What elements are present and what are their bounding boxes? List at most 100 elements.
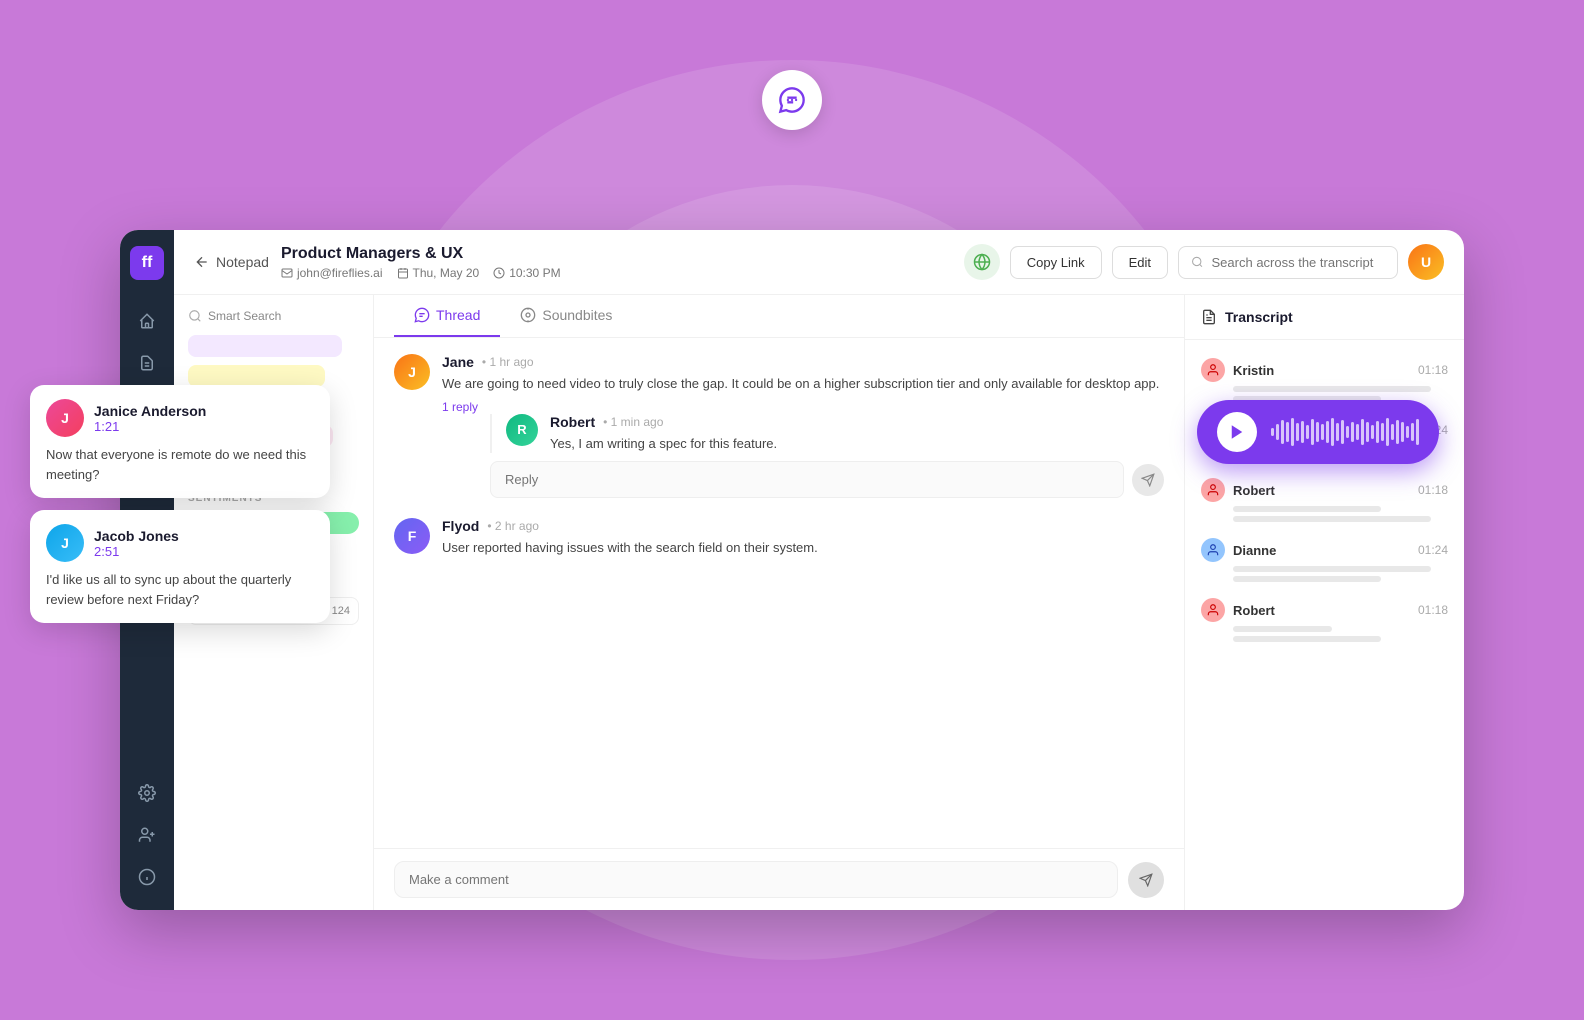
message-jane-body: Jane • 1 hr ago We are going to need vid… [442,354,1164,498]
transcript-title: Transcript [1225,309,1293,325]
main-content: Notepad Product Managers & UX john@firef… [174,230,1464,910]
home-icon [138,312,156,330]
back-label: Notepad [216,254,269,270]
wave-bar-29 [1411,423,1414,441]
sidebar-item-home[interactable] [130,304,164,338]
search-input[interactable] [1212,255,1385,270]
t-line-dianne-1 [1233,566,1431,572]
send-icon [1141,473,1155,487]
play-icon [1228,423,1246,441]
wave-bar-8 [1306,425,1309,439]
message-robert-body: Robert • 1 min ago Yes, I am writing a s… [550,414,1164,454]
search-bar[interactable] [1178,246,1398,279]
message-flyod-time: • 2 hr ago [487,519,539,533]
message-flyod: F Flyod • 2 hr ago User reported having … [394,518,1164,558]
edit-button[interactable]: Edit [1112,246,1168,279]
message-robert-name: Robert [550,414,595,430]
date-text: Thu, May 20 [413,266,480,280]
message-robert-text: Yes, I am writing a spec for this featur… [550,434,1164,454]
time-text: 10:30 PM [509,266,560,280]
comment-send-button[interactable] [1128,862,1164,898]
wave-bar-25 [1391,424,1394,440]
user-icon-3 [1206,483,1220,497]
t-time-kristin: 01:18 [1418,363,1448,377]
t-line-kristin-1 [1233,386,1431,392]
transcript-item-robert: Robert 01:18 [1185,470,1464,530]
clock-icon [493,267,505,279]
wave-bar-22 [1376,421,1379,443]
search-icon [1191,255,1204,269]
chat-app-icon [762,70,822,130]
wave-bar-26 [1396,420,1399,444]
wave-bar-16 [1346,426,1349,438]
user-icon [1206,363,1220,377]
meeting-time: 10:30 PM [493,266,560,280]
message-jane-header: Jane • 1 hr ago [442,354,1164,370]
card-text-2: I'd like us all to sync up about the qua… [46,570,314,609]
message-flyod-body: Flyod • 2 hr ago User reported having is… [442,518,1164,558]
sidebar-item-docs[interactable] [130,346,164,380]
page-header: Notepad Product Managers & UX john@firef… [174,230,1464,295]
wave-bar-3 [1281,420,1284,444]
t-avatar-robert [1201,478,1225,502]
wave-bar-19 [1361,419,1364,445]
logo-text: ff [142,254,153,272]
wave-bar-17 [1351,422,1354,442]
globe-icon [973,253,991,271]
tab-thread[interactable]: Thread [394,295,500,337]
comment-bar [374,848,1184,910]
thread-tab-icon [414,307,430,323]
play-button[interactable] [1217,412,1257,452]
transcript-speaker-robert: Robert 01:18 [1201,478,1448,502]
sidebar-item-add-user[interactable] [130,818,164,852]
soundbites-tab-icon [520,307,536,323]
wave-bar-30 [1416,419,1419,445]
info-icon [138,868,156,886]
settings-icon [138,784,156,802]
app-logo[interactable]: ff [130,246,164,280]
tab-soundbites[interactable]: Soundbites [500,295,632,337]
wave-bar-9 [1311,419,1314,445]
sidebar-item-info[interactable] [130,860,164,894]
wave-bar-18 [1356,424,1359,440]
content-area: Smart Search SENTIMENTS [174,295,1464,910]
wave-bar-13 [1331,418,1334,446]
reply-count-jane[interactable]: 1 reply [442,400,1164,414]
header-actions: Copy Link Edit U [964,244,1444,280]
copy-link-button[interactable]: Copy Link [1010,246,1102,279]
user-avatar: U [1408,244,1444,280]
wave-bar-1 [1271,428,1274,436]
back-arrow-icon [194,254,210,270]
card-timestamp-1: 1:21 [94,419,206,434]
t-name-robert: Robert [1233,483,1275,498]
transcript-panel: Transcript Kristin 01:18 [1184,295,1464,910]
t-line-robert2-1 [1233,626,1332,632]
smart-search-label: Smart Search [188,309,359,323]
wave-bar-12 [1326,421,1329,443]
reply-send-button[interactable] [1132,464,1164,496]
reply-thread-jane: R Robert • 1 min ago Yes, I am writing a… [490,414,1164,454]
smart-search-icon [188,309,202,323]
thread-panel: Thread Soundbites J [374,295,1184,910]
message-jane-text: We are going to need video to truly clos… [442,374,1164,394]
message-jane: J Jane • 1 hr ago We are going to need v… [394,354,1164,498]
message-robert-time: • 1 min ago [603,415,663,429]
smart-search-text: Smart Search [208,309,281,323]
t-time-dianne: 01:24 [1418,543,1448,557]
back-button[interactable]: Notepad [194,254,269,270]
floating-comment-card-1: J Janice Anderson 1:21 Now that everyone… [30,385,330,498]
wave-bar-15 [1341,420,1344,444]
reply-input[interactable] [490,461,1124,498]
wave-bar-28 [1406,426,1409,438]
avatar-jane: J [394,354,430,390]
transcript-item-robert-2: Robert 01:18 [1185,590,1464,650]
sidebar-item-settings[interactable] [130,776,164,810]
meeting-date: Thu, May 20 [397,266,480,280]
card-timestamp-2: 2:51 [94,544,179,559]
wave-bar-21 [1371,425,1374,439]
globe-button[interactable] [964,244,1000,280]
t-avatar-dianne [1201,538,1225,562]
meeting-meta: john@fireflies.ai Thu, May 20 10:30 PM [281,266,952,280]
comment-input[interactable] [394,861,1118,898]
card-author-2: Jacob Jones [94,528,179,544]
